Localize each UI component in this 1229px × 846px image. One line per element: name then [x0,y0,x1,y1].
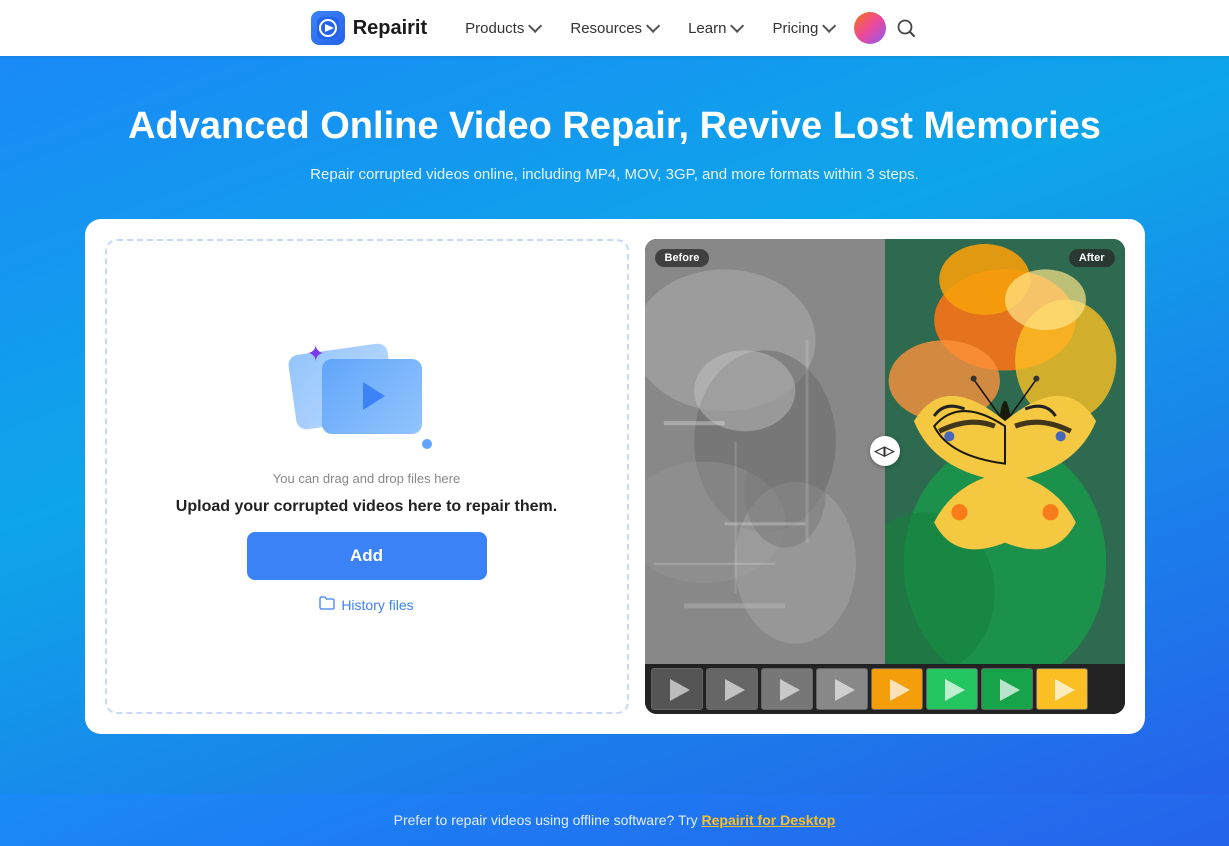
folder-icon [319,596,335,614]
nav-avatar[interactable] [854,12,886,44]
before-badge: Before [655,249,710,267]
thumbnail-6[interactable] [926,668,978,710]
divider-arrow-icon: ◁▷ [875,443,895,459]
illustration-play-icon [363,382,385,410]
nav-products-label: Products [465,20,524,37]
nav-resources-label: Resources [570,20,642,37]
add-button[interactable]: Add [247,532,487,580]
learn-chevron-icon [730,19,744,33]
pricing-chevron-icon [822,19,836,33]
navbar: Repairit Products Resources Learn Pricin… [0,0,1229,56]
upload-panel: ✦ You can drag and drop files here Uploa… [105,239,629,714]
before-side: Before [645,239,885,664]
brand-logo-icon [311,11,345,45]
thumbnail-8[interactable] [1036,668,1088,710]
thumbnail-1[interactable] [651,668,703,710]
illustration-card-front [322,359,422,434]
before-after-container: Before ◁▷ [645,239,1125,664]
after-badge: After [1069,249,1115,267]
thumbnail-5[interactable] [871,668,923,710]
footer-desktop-link[interactable]: Repairit for Desktop [702,812,836,828]
main-card: ✦ You can drag and drop files here Uploa… [85,219,1145,734]
divider-handle[interactable]: ◁▷ [870,436,900,466]
drag-drop-text: You can drag and drop files here [273,471,460,486]
before-image-svg [645,239,885,664]
thumbnails-strip [645,664,1125,714]
hero-section: Advanced Online Video Repair, Revive Los… [0,56,1229,794]
after-side: After [885,239,1125,664]
nav-pricing-label: Pricing [772,20,818,37]
nav-products[interactable]: Products [451,14,552,43]
footer-note: Prefer to repair videos using offline so… [0,794,1229,846]
upload-instruction-title: Upload your corrupted videos here to rep… [176,498,557,516]
thumbnail-2[interactable] [706,668,758,710]
history-files-link[interactable]: History files [319,596,413,614]
nav-learn-label: Learn [688,20,726,37]
illustration-dot [422,439,432,449]
brand-name: Repairit [353,17,427,40]
brand-logo-area[interactable]: Repairit [311,11,427,45]
footer-note-text: Prefer to repair videos using offline so… [394,812,702,828]
nav-resources[interactable]: Resources [556,14,670,43]
search-icon [896,18,916,38]
products-chevron-icon [528,19,542,33]
upload-illustration: ✦ [292,339,442,459]
preview-panel: Before ◁▷ [645,239,1125,714]
thumbnail-4[interactable] [816,668,868,710]
illustration-star-icon: ✦ [307,341,325,367]
history-files-label: History files [341,597,413,613]
hero-title: Advanced Online Video Repair, Revive Los… [20,104,1209,150]
search-button[interactable] [894,16,918,40]
nav-pricing[interactable]: Pricing [758,14,846,43]
thumbnail-7[interactable] [981,668,1033,710]
after-image-svg [885,239,1125,664]
resources-chevron-icon [646,19,660,33]
nav-learn[interactable]: Learn [674,14,754,43]
hero-subtitle: Repair corrupted videos online, includin… [20,166,1209,183]
thumbnail-3[interactable] [761,668,813,710]
